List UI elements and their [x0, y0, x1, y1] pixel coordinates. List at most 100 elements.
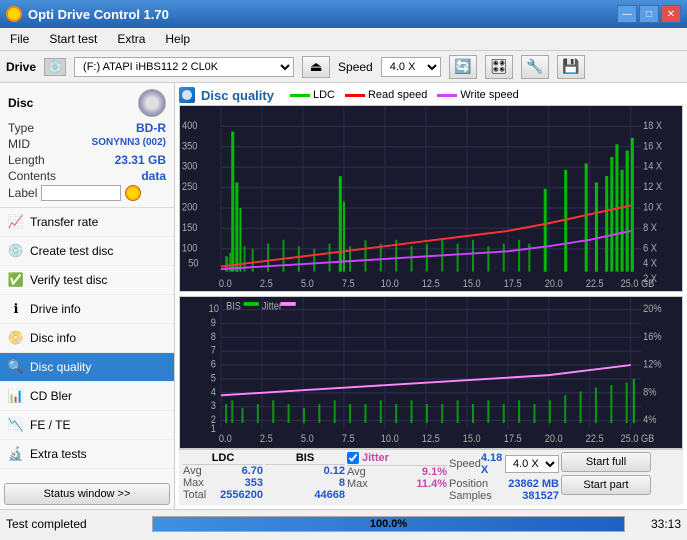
menu-help[interactable]: Help — [161, 30, 194, 48]
ldc-stats: LDC Avg6.70 Max353 Total2556200 — [183, 452, 263, 501]
menu-start-test[interactable]: Start test — [45, 30, 101, 48]
length-value: 23.31 GB — [115, 153, 166, 167]
cd-bler-label: CD Bler — [30, 389, 72, 403]
sidebar-item-fe-te[interactable]: 📉 FE / TE — [0, 411, 174, 440]
chart-area: Disc quality LDC Read speed Write speed — [175, 83, 687, 509]
mid-label: MID — [8, 137, 30, 151]
extra-tests-icon: 🔬 — [8, 446, 24, 462]
jitter-stats: Jitter Avg9.1% Max11.4% — [347, 452, 447, 490]
eject-button[interactable]: ⏏ — [302, 56, 330, 78]
drive-bar: Drive 💿 (F:) ATAPI iHBS112 2 CL0K ⏏ Spee… — [0, 51, 687, 83]
drive-info-label: Drive info — [30, 302, 81, 316]
speed-label: Speed — [338, 60, 373, 74]
bottom-bar: Test completed 100.0% 33:13 — [0, 509, 687, 537]
svg-text:2.5: 2.5 — [260, 278, 273, 290]
maximize-button[interactable]: □ — [639, 5, 659, 23]
svg-text:10: 10 — [209, 303, 219, 315]
disc-title: Disc — [8, 96, 33, 110]
speed-stat-value: 4.18 X — [481, 452, 505, 476]
svg-text:10 X: 10 X — [643, 202, 662, 214]
refresh-button[interactable]: 🔄 — [449, 55, 477, 79]
menu-file[interactable]: File — [6, 30, 33, 48]
nav-items: 📈 Transfer rate 💿 Create test disc ✅ Ver… — [0, 208, 174, 479]
fe-te-label: FE / TE — [30, 418, 70, 432]
create-test-label: Create test disc — [30, 244, 113, 258]
label-key: Label — [8, 186, 37, 200]
sidebar-item-drive-info[interactable]: ℹ Drive info — [0, 295, 174, 324]
create-test-icon: 💿 — [8, 243, 24, 259]
speed-select2[interactable]: 4.0 X8.0 X — [505, 455, 559, 473]
svg-text:350: 350 — [182, 141, 198, 153]
svg-text:7.5: 7.5 — [342, 433, 355, 445]
minimize-button[interactable]: — — [617, 5, 637, 23]
svg-text:2.5: 2.5 — [260, 433, 273, 445]
drive-info-icon: ℹ — [8, 301, 24, 317]
close-button[interactable]: ✕ — [661, 5, 681, 23]
app-icon — [6, 6, 22, 22]
svg-text:6 X: 6 X — [643, 242, 657, 254]
svg-text:12%: 12% — [643, 359, 661, 371]
status-window-button[interactable]: Status window >> — [4, 483, 170, 505]
svg-text:1: 1 — [211, 423, 216, 435]
settings-button[interactable]: 🎛 — [485, 55, 513, 79]
start-part-button[interactable]: Start part — [561, 475, 651, 495]
svg-text:100: 100 — [182, 242, 198, 254]
avg-label: Avg — [183, 465, 202, 477]
svg-text:5.0: 5.0 — [301, 278, 314, 290]
fe-te-icon: 📉 — [8, 417, 24, 433]
svg-text:18 X: 18 X — [643, 120, 662, 132]
svg-text:12.5: 12.5 — [422, 278, 440, 290]
sidebar-item-verify-test[interactable]: ✅ Verify test disc — [0, 266, 174, 295]
transfer-rate-icon: 📈 — [8, 214, 24, 230]
speed-stat-label: Speed — [449, 458, 481, 470]
jitter-checkbox[interactable] — [347, 452, 359, 464]
extra-tests-label: Extra tests — [30, 447, 87, 461]
svg-text:25.0 GB: 25.0 GB — [621, 433, 655, 445]
extra-button[interactable]: 🔧 — [521, 55, 549, 79]
svg-text:15.0: 15.0 — [463, 433, 481, 445]
svg-text:14 X: 14 X — [643, 161, 662, 173]
sidebar-item-extra-tests[interactable]: 🔬 Extra tests — [0, 440, 174, 469]
jitter-max: 11.4% — [416, 478, 447, 490]
drive-select[interactable]: (F:) ATAPI iHBS112 2 CL0K — [74, 57, 294, 77]
jitter-avg-lbl: Avg — [347, 466, 366, 478]
verify-test-label: Verify test disc — [30, 273, 107, 287]
progress-bar: 100.0% — [152, 516, 625, 532]
sidebar-item-create-test[interactable]: 💿 Create test disc — [0, 237, 174, 266]
ldc-total: 2556200 — [220, 489, 263, 501]
svg-text:5: 5 — [211, 372, 216, 384]
disc-quality-label: Disc quality — [30, 360, 91, 374]
svg-text:4: 4 — [211, 386, 216, 398]
svg-text:9: 9 — [211, 317, 216, 329]
action-buttons: Start full Start part — [561, 452, 651, 495]
speed-select[interactable]: 4.0 X 8.0 X — [381, 57, 441, 77]
label-input[interactable] — [41, 185, 121, 201]
type-value: BD-R — [136, 121, 166, 135]
length-label: Length — [8, 153, 45, 167]
save-button[interactable]: 💾 — [557, 55, 585, 79]
svg-text:20.0: 20.0 — [545, 433, 563, 445]
type-label: Type — [8, 121, 34, 135]
menu-extra[interactable]: Extra — [113, 30, 149, 48]
legend-read-speed: Read speed — [368, 89, 427, 101]
position-label: Position — [449, 478, 488, 490]
svg-text:250: 250 — [182, 181, 198, 193]
svg-text:16 X: 16 X — [643, 141, 662, 153]
status-text: Test completed — [6, 517, 146, 531]
bis-max: 8 — [339, 477, 345, 489]
sidebar-item-cd-bler[interactable]: 📊 CD Bler — [0, 382, 174, 411]
svg-text:0.0: 0.0 — [219, 278, 232, 290]
start-full-button[interactable]: Start full — [561, 452, 651, 472]
title-bar: Opti Drive Control 1.70 — □ ✕ — [0, 0, 687, 28]
sidebar-item-disc-info[interactable]: 📀 Disc info — [0, 324, 174, 353]
sidebar-item-transfer-rate[interactable]: 📈 Transfer rate — [0, 208, 174, 237]
disc-icon — [138, 89, 166, 117]
svg-text:20.0: 20.0 — [545, 278, 563, 290]
svg-text:BIS: BIS — [226, 301, 241, 313]
svg-text:8: 8 — [211, 331, 216, 343]
svg-text:12 X: 12 X — [643, 181, 662, 193]
svg-text:400: 400 — [182, 120, 198, 132]
bis-stats: BIS 0.12 8 44668 — [265, 452, 345, 501]
svg-text:22.5: 22.5 — [586, 278, 604, 290]
sidebar-item-disc-quality[interactable]: 🔍 Disc quality — [0, 353, 174, 382]
